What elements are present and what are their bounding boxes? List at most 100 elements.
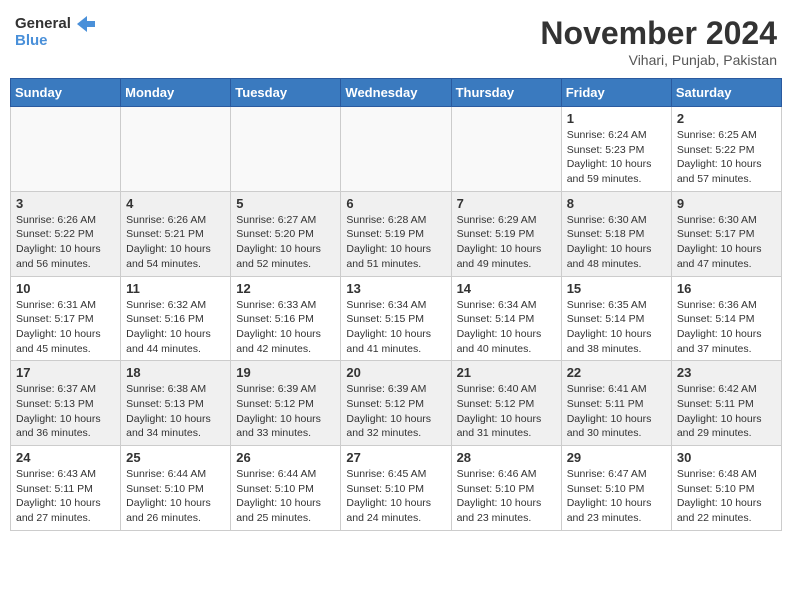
logo-line2: Blue <box>15 32 95 49</box>
day-info: Sunrise: 6:40 AMSunset: 5:12 PMDaylight:… <box>457 382 556 441</box>
calendar-week-row: 1Sunrise: 6:24 AMSunset: 5:23 PMDaylight… <box>11 107 782 192</box>
logo: General Blue <box>15 15 95 50</box>
day-info: Sunrise: 6:48 AMSunset: 5:10 PMDaylight:… <box>677 467 776 526</box>
calendar-cell: 16Sunrise: 6:36 AMSunset: 5:14 PMDayligh… <box>671 276 781 361</box>
day-number: 12 <box>236 281 335 296</box>
calendar-cell: 7 Sunrise: 6:29 AMSunset: 5:19 PMDaylight… <box>451 191 561 276</box>
day-info: Sunrise: 6:45 AMSunset: 5:10 PMDaylight:… <box>346 467 445 526</box>
day-number: 3 <box>16 196 115 211</box>
day-info: Sunrise: 6:41 AMSunset: 5:11 PMDaylight:… <box>567 382 666 441</box>
day-info: Sunrise: 6:30 AMSunset: 5:18 PMDaylight:… <box>567 213 666 272</box>
day-number: 14 <box>457 281 556 296</box>
day-number: 23 <box>677 365 776 380</box>
calendar-cell: 18Sunrise: 6:38 AMSunset: 5:13 PMDayligh… <box>121 361 231 446</box>
day-number: 13 <box>346 281 445 296</box>
weekday-header-thursday: Thursday <box>451 79 561 107</box>
day-number: 25 <box>126 450 225 465</box>
day-number: 8 <box>567 196 666 211</box>
day-number: 6 <box>346 196 445 211</box>
calendar-cell: 4 Sunrise: 6:26 AMSunset: 5:21 PMDaylight… <box>121 191 231 276</box>
calendar-cell: 3 Sunrise: 6:26 AMSunset: 5:22 PMDaylight… <box>11 191 121 276</box>
calendar-table: SundayMondayTuesdayWednesdayThursdayFrid… <box>10 78 782 531</box>
calendar-week-row: 3 Sunrise: 6:26 AMSunset: 5:22 PMDaylight… <box>11 191 782 276</box>
day-info: Sunrise: 6:29 AMSunset: 5:19 PMDaylight:… <box>457 213 556 272</box>
calendar-cell: 15 Sunrise: 6:35 AMSunset: 5:14 PMDayligh… <box>561 276 671 361</box>
day-info: Sunrise: 6:43 AMSunset: 5:11 PMDaylight:… <box>16 467 115 526</box>
weekday-header-row: SundayMondayTuesdayWednesdayThursdayFrid… <box>11 79 782 107</box>
calendar-cell: 11Sunrise: 6:32 AMSunset: 5:16 PMDayligh… <box>121 276 231 361</box>
day-number: 27 <box>346 450 445 465</box>
calendar-cell: 22 Sunrise: 6:41 AMSunset: 5:11 PMDayligh… <box>561 361 671 446</box>
day-number: 26 <box>236 450 335 465</box>
calendar-cell: 5Sunrise: 6:27 AMSunset: 5:20 PMDaylight… <box>231 191 341 276</box>
day-number: 10 <box>16 281 115 296</box>
weekday-header-friday: Friday <box>561 79 671 107</box>
calendar-cell <box>11 107 121 192</box>
calendar-cell: 6 Sunrise: 6:28 AMSunset: 5:19 PMDaylight… <box>341 191 451 276</box>
day-info: Sunrise: 6:38 AMSunset: 5:13 PMDaylight:… <box>126 382 225 441</box>
logo-arrow-icon <box>77 16 95 32</box>
day-number: 19 <box>236 365 335 380</box>
day-info: Sunrise: 6:44 AMSunset: 5:10 PMDaylight:… <box>236 467 335 526</box>
calendar-cell: 17Sunrise: 6:37 AMSunset: 5:13 PMDayligh… <box>11 361 121 446</box>
day-info: Sunrise: 6:33 AMSunset: 5:16 PMDaylight:… <box>236 298 335 357</box>
day-number: 2 <box>677 111 776 126</box>
page-header: General Blue November 2024 Vihari, Punja… <box>10 10 782 68</box>
calendar-cell: 23 Sunrise: 6:42 AMSunset: 5:11 PMDayligh… <box>671 361 781 446</box>
day-info: Sunrise: 6:42 AMSunset: 5:11 PMDaylight:… <box>677 382 776 441</box>
calendar-cell: 19 Sunrise: 6:39 AMSunset: 5:12 PMDayligh… <box>231 361 341 446</box>
calendar-week-row: 10 Sunrise: 6:31 AMSunset: 5:17 PMDayligh… <box>11 276 782 361</box>
day-info: Sunrise: 6:32 AMSunset: 5:16 PMDaylight:… <box>126 298 225 357</box>
day-number: 16 <box>677 281 776 296</box>
day-info: Sunrise: 6:27 AMSunset: 5:20 PMDaylight:… <box>236 213 335 272</box>
weekday-header-sunday: Sunday <box>11 79 121 107</box>
day-info: Sunrise: 6:34 AMSunset: 5:14 PMDaylight:… <box>457 298 556 357</box>
calendar-cell: 27 Sunrise: 6:45 AMSunset: 5:10 PMDayligh… <box>341 446 451 531</box>
day-number: 24 <box>16 450 115 465</box>
calendar-week-row: 17Sunrise: 6:37 AMSunset: 5:13 PMDayligh… <box>11 361 782 446</box>
day-info: Sunrise: 6:34 AMSunset: 5:15 PMDaylight:… <box>346 298 445 357</box>
day-number: 9 <box>677 196 776 211</box>
calendar-cell: 2 Sunrise: 6:25 AMSunset: 5:22 PMDaylight… <box>671 107 781 192</box>
calendar-cell: 9Sunrise: 6:30 AMSunset: 5:17 PMDaylight… <box>671 191 781 276</box>
weekday-header-saturday: Saturday <box>671 79 781 107</box>
day-info: Sunrise: 6:26 AMSunset: 5:21 PMDaylight:… <box>126 213 225 272</box>
day-number: 1 <box>567 111 666 126</box>
day-info: Sunrise: 6:35 AMSunset: 5:14 PMDaylight:… <box>567 298 666 357</box>
calendar-cell <box>121 107 231 192</box>
day-info: Sunrise: 6:31 AMSunset: 5:17 PMDaylight:… <box>16 298 115 357</box>
calendar-cell: 28 Sunrise: 6:46 AMSunset: 5:10 PMDayligh… <box>451 446 561 531</box>
day-info: Sunrise: 6:46 AMSunset: 5:10 PMDaylight:… <box>457 467 556 526</box>
day-info: Sunrise: 6:47 AMSunset: 5:10 PMDaylight:… <box>567 467 666 526</box>
calendar-cell <box>341 107 451 192</box>
day-number: 17 <box>16 365 115 380</box>
calendar-cell: 30 Sunrise: 6:48 AMSunset: 5:10 PMDayligh… <box>671 446 781 531</box>
weekday-header-wednesday: Wednesday <box>341 79 451 107</box>
day-info: Sunrise: 6:25 AMSunset: 5:22 PMDaylight:… <box>677 128 776 187</box>
day-number: 22 <box>567 365 666 380</box>
day-number: 30 <box>677 450 776 465</box>
calendar-cell: 8 Sunrise: 6:30 AMSunset: 5:18 PMDaylight… <box>561 191 671 276</box>
calendar-cell: 12 Sunrise: 6:33 AMSunset: 5:16 PMDayligh… <box>231 276 341 361</box>
calendar-cell: 21Sunrise: 6:40 AMSunset: 5:12 PMDayligh… <box>451 361 561 446</box>
day-number: 4 <box>126 196 225 211</box>
day-number: 28 <box>457 450 556 465</box>
calendar-cell: 14 Sunrise: 6:34 AMSunset: 5:14 PMDayligh… <box>451 276 561 361</box>
calendar-cell: 1Sunrise: 6:24 AMSunset: 5:23 PMDaylight… <box>561 107 671 192</box>
calendar-cell: 10 Sunrise: 6:31 AMSunset: 5:17 PMDayligh… <box>11 276 121 361</box>
day-info: Sunrise: 6:28 AMSunset: 5:19 PMDaylight:… <box>346 213 445 272</box>
calendar-cell: 20Sunrise: 6:39 AMSunset: 5:12 PMDayligh… <box>341 361 451 446</box>
calendar-week-row: 24 Sunrise: 6:43 AMSunset: 5:11 PMDayligh… <box>11 446 782 531</box>
weekday-header-tuesday: Tuesday <box>231 79 341 107</box>
day-number: 15 <box>567 281 666 296</box>
day-info: Sunrise: 6:39 AMSunset: 5:12 PMDaylight:… <box>236 382 335 441</box>
logo-line1: General <box>15 15 71 32</box>
day-number: 7 <box>457 196 556 211</box>
calendar-cell: 26 Sunrise: 6:44 AMSunset: 5:10 PMDayligh… <box>231 446 341 531</box>
calendar-cell: 25Sunrise: 6:44 AMSunset: 5:10 PMDayligh… <box>121 446 231 531</box>
day-number: 29 <box>567 450 666 465</box>
calendar-cell: 29 Sunrise: 6:47 AMSunset: 5:10 PMDayligh… <box>561 446 671 531</box>
calendar-cell: 13 Sunrise: 6:34 AMSunset: 5:15 PMDayligh… <box>341 276 451 361</box>
day-info: Sunrise: 6:26 AMSunset: 5:22 PMDaylight:… <box>16 213 115 272</box>
calendar-cell <box>451 107 561 192</box>
